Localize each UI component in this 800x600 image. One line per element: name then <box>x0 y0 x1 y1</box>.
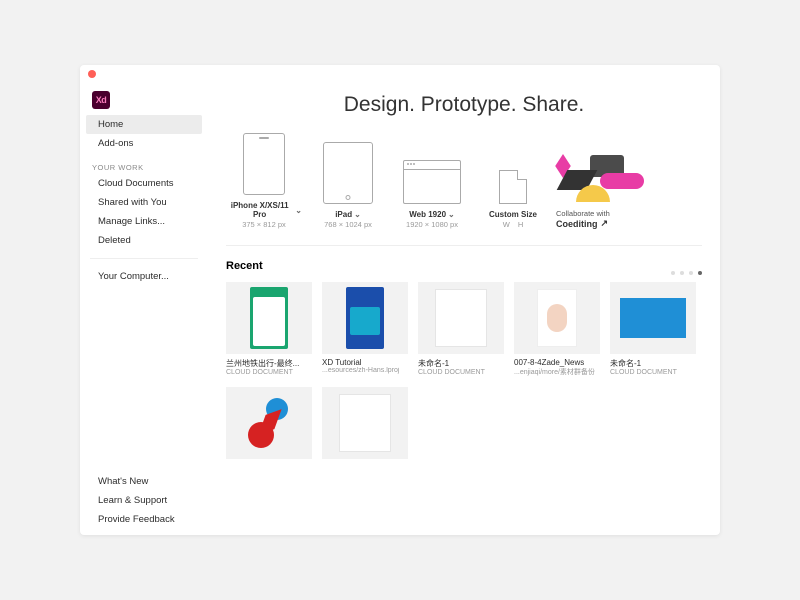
recent-card[interactable]: XD Tutorial ...esources/zh-Hans.lproj <box>322 282 408 377</box>
sidebar-item-deleted[interactable]: Deleted <box>86 231 202 250</box>
preset-name: Web 1920 <box>409 210 446 219</box>
titlebar <box>80 65 720 83</box>
main-content: Design. Prototype. Share. iPhone X/XS/11… <box>208 83 720 535</box>
preset-name: iPhone X/XS/11 Pro <box>226 201 293 219</box>
custom-height-label[interactable]: H <box>518 220 523 229</box>
chevron-down-icon[interactable]: ⌄ <box>448 210 455 219</box>
close-window-button[interactable] <box>88 70 96 78</box>
recent-card[interactable] <box>226 387 312 459</box>
promo-subtitle: Collaborate with <box>556 209 666 218</box>
sidebar-item-your-computer[interactable]: Your Computer... <box>86 267 202 286</box>
card-name: 未命名-1 <box>418 358 504 369</box>
card-sub: CLOUD DOCUMENT <box>610 369 696 376</box>
preset-custom[interactable]: Custom Size W H <box>478 170 548 229</box>
sidebar-item-home[interactable]: Home <box>86 115 202 134</box>
recent-card[interactable]: 007-8-4Zade_News ...enjiaqi/more/素材群备份 <box>514 282 600 377</box>
custom-width-label[interactable]: W <box>503 220 510 229</box>
sidebar-header-your-work: YOUR WORK <box>80 153 208 174</box>
preset-iphone[interactable]: iPhone X/XS/11 Pro⌄ 375 × 812 px <box>226 133 302 229</box>
promo-title: Coediting <box>556 219 598 229</box>
card-sub: ...enjiaqi/more/素材群备份 <box>514 367 600 377</box>
app-window: Xd Home Add-ons YOUR WORK Cloud Document… <box>80 65 720 535</box>
recent-grid: 兰州地铁出行-最终... CLOUD DOCUMENT XD Tutorial … <box>226 282 702 459</box>
preset-ipad[interactable]: iPad⌄ 768 × 1024 px <box>310 142 386 229</box>
card-name: XD Tutorial <box>322 358 408 367</box>
sidebar-item-addons[interactable]: Add-ons <box>86 134 202 153</box>
preset-dim: 768 × 1024 px <box>310 220 386 229</box>
recent-header: Recent <box>226 260 702 272</box>
external-link-icon: ↗ <box>601 218 609 229</box>
preset-row: iPhone X/XS/11 Pro⌄ 375 × 812 px iPad⌄ 7… <box>226 133 702 246</box>
card-sub: ...esources/zh-Hans.lproj <box>322 367 408 374</box>
sidebar-item-whats-new[interactable]: What's New <box>86 472 202 491</box>
document-icon <box>499 170 527 204</box>
card-name: 兰州地铁出行-最终... <box>226 358 312 369</box>
card-sub: CLOUD DOCUMENT <box>226 369 312 376</box>
divider <box>90 258 198 259</box>
hero-tagline: Design. Prototype. Share. <box>226 93 702 117</box>
sidebar-item-provide-feedback[interactable]: Provide Feedback <box>86 510 202 529</box>
chevron-down-icon[interactable]: ⌄ <box>354 210 361 219</box>
sidebar-item-cloud-documents[interactable]: Cloud Documents <box>86 174 202 193</box>
sidebar-item-manage-links[interactable]: Manage Links... <box>86 212 202 231</box>
recent-card[interactable] <box>322 387 408 459</box>
preset-name: iPad <box>335 210 352 219</box>
preset-dim: 375 × 812 px <box>226 220 302 229</box>
sidebar-item-learn-support[interactable]: Learn & Support <box>86 491 202 510</box>
preset-dim: 1920 × 1080 px <box>394 220 470 229</box>
recent-card[interactable]: 兰州地铁出行-最终... CLOUD DOCUMENT <box>226 282 312 377</box>
chevron-down-icon[interactable]: ⌄ <box>295 206 302 215</box>
custom-title: Custom Size <box>489 210 537 219</box>
promo-coediting[interactable]: Collaborate with Coediting↗ <box>556 155 666 229</box>
promo-illustration <box>556 155 666 203</box>
card-name: 未命名-1 <box>610 358 696 369</box>
card-name: 007-8-4Zade_News <box>514 358 600 367</box>
app-logo: Xd <box>92 91 110 109</box>
preset-web[interactable]: Web 1920⌄ 1920 × 1080 px <box>394 160 470 229</box>
recent-card[interactable]: 未命名-1 CLOUD DOCUMENT <box>610 282 696 377</box>
sidebar-item-shared-with-you[interactable]: Shared with You <box>86 193 202 212</box>
sidebar: Xd Home Add-ons YOUR WORK Cloud Document… <box>80 83 208 535</box>
carousel-dots[interactable] <box>671 271 702 275</box>
card-sub: CLOUD DOCUMENT <box>418 369 504 376</box>
recent-card[interactable]: 未命名-1 CLOUD DOCUMENT <box>418 282 504 377</box>
